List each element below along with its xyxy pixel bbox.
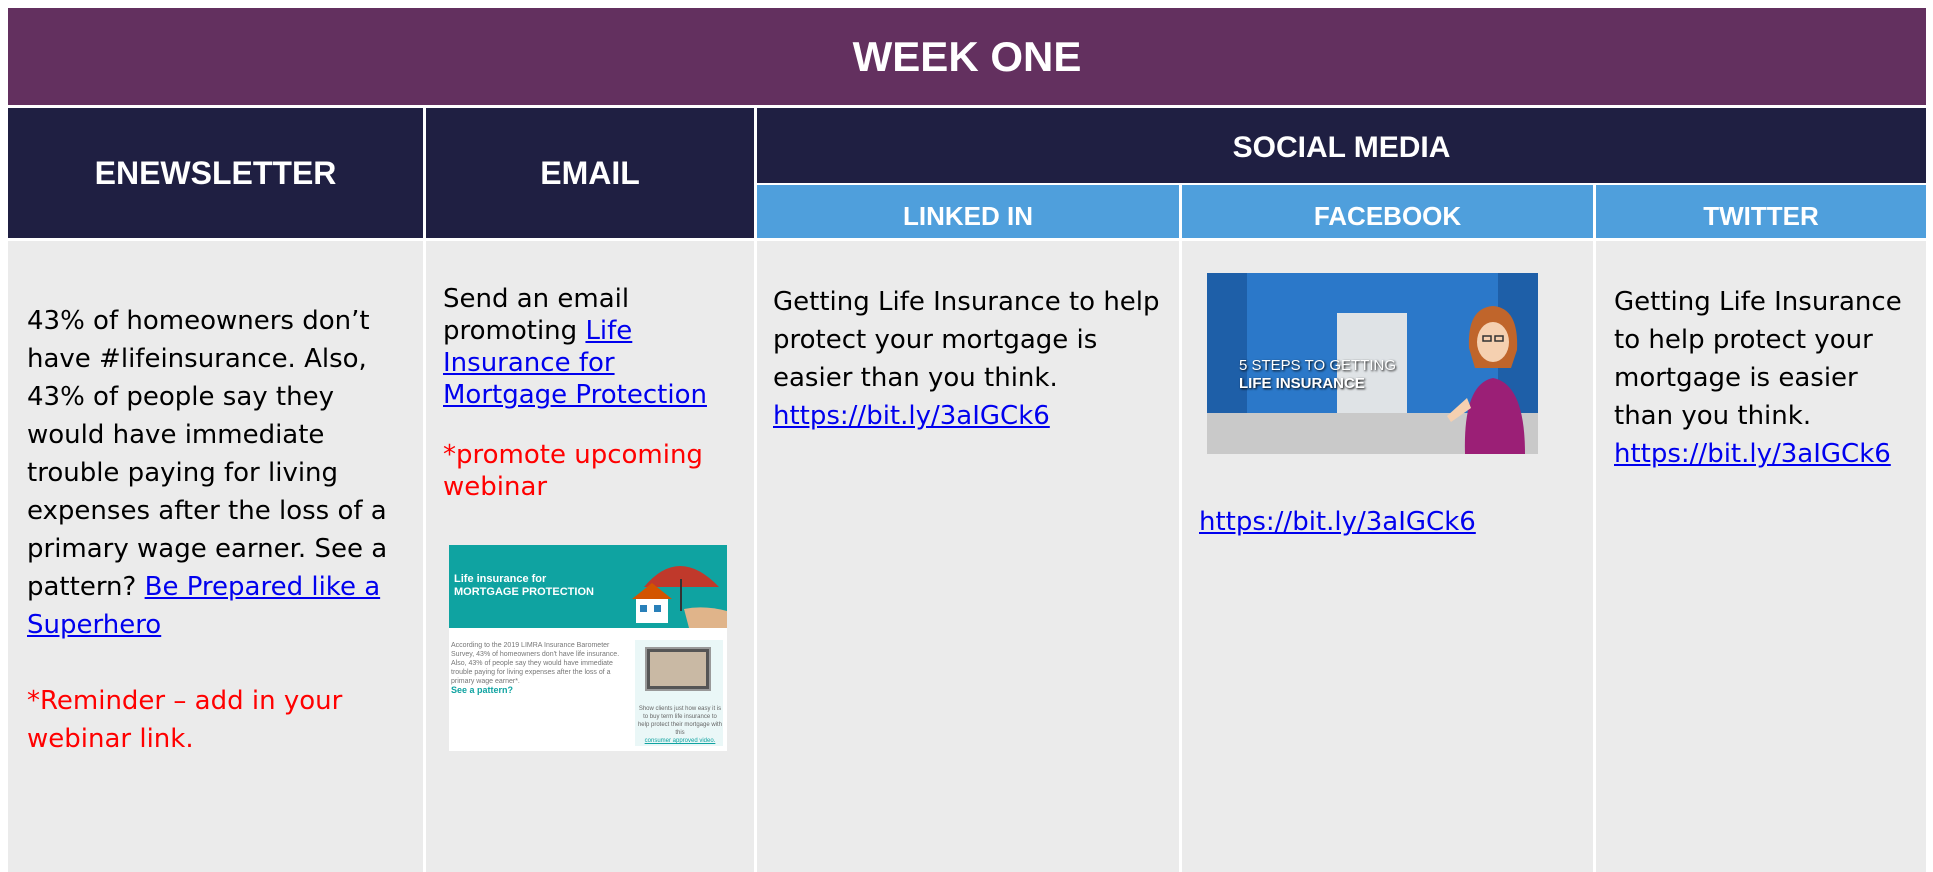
- enewsletter-content: 43% of homeowners don’t have #lifeinsura…: [27, 302, 402, 758]
- header-linkedin: LINKED IN: [757, 185, 1179, 238]
- twitter-link[interactable]: https://bit.ly/3aIGCk6: [1614, 439, 1891, 469]
- thumb-title-line2: MORTGAGE PROTECTION: [454, 586, 594, 598]
- linkedin-link[interactable]: https://bit.ly/3aIGCk6: [773, 401, 1050, 431]
- header-facebook: FACEBOOK: [1182, 185, 1593, 238]
- fb-image-text-line2: LIFE INSURANCE: [1239, 375, 1365, 392]
- week-title: WEEK ONE: [8, 8, 1926, 105]
- facebook-image[interactable]: 5 STEPS TO GETTING LIFE INSURANCE: [1207, 273, 1538, 454]
- facebook-content: https://bit.ly/3aIGCk6: [1199, 503, 1579, 541]
- thumb-title-line1: Life insurance for: [454, 573, 547, 585]
- umbrella-house-icon: [632, 566, 727, 628]
- laptop-icon: [645, 647, 711, 691]
- thumb-caption: Show clients just how easy it is to buy …: [637, 705, 723, 745]
- enewsletter-text: 43% of homeowners don’t have #lifeinsura…: [27, 306, 388, 602]
- header-enewsletter: ENEWSLETTER: [8, 108, 423, 238]
- email-content: Send an email promoting Life Insurance f…: [443, 283, 743, 503]
- enewsletter-reminder: *Reminder – add in your webinar link.: [27, 686, 343, 754]
- thumb-caption-text: Show clients just how easy it is to buy …: [637, 706, 723, 736]
- thumb-caption-link[interactable]: consumer approved video.: [637, 737, 723, 745]
- twitter-text: Getting Life Insurance to help protect y…: [1614, 287, 1902, 431]
- fb-image-text: 5 STEPS TO GETTING LIFE INSURANCE: [1239, 357, 1396, 393]
- email-thumbnail[interactable]: Life insurance for MORTGAGE PROTECTION A…: [449, 545, 727, 751]
- thumb-see-pattern: See a pattern?: [451, 685, 514, 695]
- header-social-media: SOCIAL MEDIA: [757, 108, 1926, 183]
- thumb-title: Life insurance for MORTGAGE PROTECTION: [454, 573, 594, 599]
- linkedin-content: Getting Life Insurance to help protect y…: [773, 283, 1168, 435]
- header-twitter: TWITTER: [1596, 185, 1926, 238]
- header-email: EMAIL: [426, 108, 754, 238]
- fb-image-text-line1: 5 STEPS TO GETTING: [1239, 357, 1396, 374]
- thumb-body: According to the 2019 LIMRA Insurance Ba…: [451, 642, 620, 685]
- linkedin-text: Getting Life Insurance to help protect y…: [773, 287, 1160, 393]
- email-note: *promote upcoming webinar: [443, 440, 703, 502]
- twitter-content: Getting Life Insurance to help protect y…: [1614, 283, 1919, 473]
- woman-illustration-icon: [1447, 306, 1525, 454]
- facebook-link[interactable]: https://bit.ly/3aIGCk6: [1199, 507, 1476, 537]
